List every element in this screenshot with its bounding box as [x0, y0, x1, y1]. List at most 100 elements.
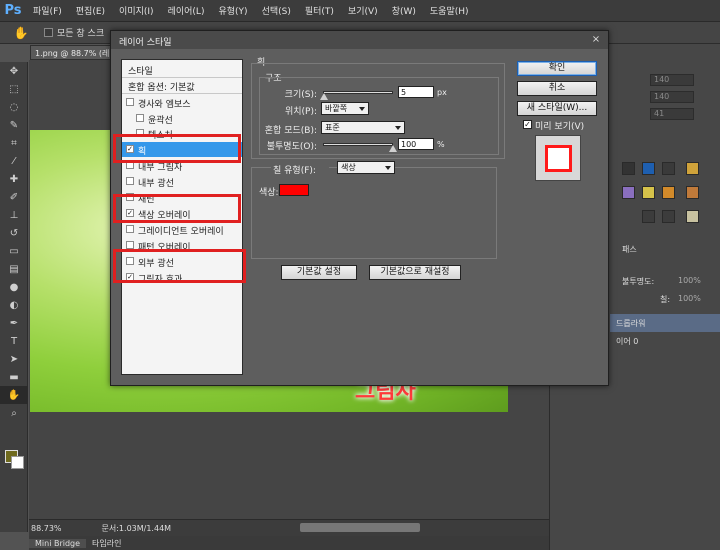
marquee-tool-icon[interactable]: ⬚ — [0, 80, 28, 98]
style-item-label: 그레이디언트 오버레이 — [138, 227, 224, 237]
style-swatch[interactable] — [662, 210, 675, 223]
menu-layer[interactable]: 레이어(L) — [161, 4, 212, 17]
preview-checkbox[interactable]: ✓ — [523, 120, 532, 129]
document-tab[interactable]: 1.png @ 88.7% (레이 — [30, 45, 120, 60]
hand-tool-icon[interactable]: ✋ — [0, 386, 28, 404]
menu-select[interactable]: 선택(S) — [255, 4, 298, 17]
style-swatch[interactable] — [642, 162, 655, 175]
menu-view[interactable]: 보기(V) — [341, 4, 385, 17]
path-select-tool-icon[interactable]: ➤ — [0, 350, 28, 368]
lasso-tool-icon[interactable]: ◌ — [0, 98, 28, 116]
layer-row[interactable]: 이어 0 — [610, 332, 720, 350]
stroke-color-swatch[interactable] — [279, 184, 309, 196]
style-item-label: 윤곽선 — [148, 116, 173, 126]
color-value-r[interactable]: 140 — [650, 74, 694, 86]
size-input[interactable]: 5 — [398, 86, 434, 98]
menu-file[interactable]: 파일(F) — [26, 4, 69, 17]
paths-tab[interactable]: 패스 — [622, 244, 637, 255]
horizontal-scrollbar[interactable] — [300, 523, 420, 532]
layer-row[interactable]: 드롭라워 — [610, 314, 720, 332]
menu-image[interactable]: 이미지(I) — [112, 4, 161, 17]
style-preview-sample — [545, 145, 572, 172]
pen-tool-icon[interactable]: ✒ — [0, 314, 28, 332]
pattern-overlay-checkbox[interactable] — [126, 241, 134, 249]
zoom-level[interactable]: 88.73% — [31, 524, 62, 533]
blend-mode-label: 혼합 모드(B): — [264, 126, 317, 136]
fill-type-select[interactable]: 색상 — [337, 161, 395, 174]
preview-label: 미리 보기(V) — [535, 122, 585, 132]
eraser-tool-icon[interactable]: ▭ — [0, 242, 28, 260]
inner-glow-checkbox[interactable] — [126, 177, 134, 185]
blend-options-item[interactable]: 혼합 옵션: 기본값 — [122, 78, 242, 93]
style-swatch[interactable] — [686, 162, 699, 175]
menu-help[interactable]: 도움말(H) — [423, 4, 476, 17]
style-item-inner-glow[interactable]: 내부 광선 — [122, 174, 242, 189]
status-bar: 88.73% 문서:1.03M/1.44M — [29, 519, 549, 536]
chevron-down-icon — [359, 107, 365, 111]
blend-mode-select-value: 표준 — [325, 123, 340, 132]
menu-window[interactable]: 창(W) — [385, 4, 423, 17]
color-value-b[interactable]: 41 — [650, 108, 694, 120]
menu-bar: Ps 파일(F) 편집(E) 이미지(I) 레이어(L) 유형(Y) 선택(S)… — [0, 0, 720, 22]
size-label: 크기(S): — [284, 90, 317, 100]
style-swatch[interactable] — [662, 186, 675, 199]
style-list-header[interactable]: 스타일 — [122, 62, 242, 77]
reset-default-button[interactable]: 기본값으로 재설정 — [369, 265, 461, 280]
blur-tool-icon[interactable]: ● — [0, 278, 28, 296]
menu-filter[interactable]: 필터(T) — [298, 4, 341, 17]
eyedropper-tool-icon[interactable]: ⁄ — [0, 152, 28, 170]
contour-checkbox[interactable] — [136, 114, 144, 122]
gradient-overlay-checkbox[interactable] — [126, 225, 134, 233]
style-swatch[interactable] — [622, 186, 635, 199]
blend-mode-select[interactable]: 표준 — [321, 121, 405, 134]
chevron-down-icon — [395, 126, 401, 130]
cancel-button[interactable]: 취소 — [517, 81, 597, 96]
brush-tool-icon[interactable]: ✐ — [0, 188, 28, 206]
clone-stamp-tool-icon[interactable]: ⊥ — [0, 206, 28, 224]
style-swatch[interactable] — [662, 162, 675, 175]
style-swatch[interactable] — [642, 186, 655, 199]
style-item-gradient-overlay[interactable]: 그레이디언트 오버레이 — [122, 222, 242, 237]
set-default-button[interactable]: 기본값 설정 — [281, 265, 357, 280]
bottom-panel-tabs: Mini Bridge 타임라인 — [29, 536, 549, 550]
position-select[interactable]: 바깥쪽 — [321, 102, 369, 115]
menu-type[interactable]: 유형(Y) — [211, 4, 254, 17]
layer-opacity-value[interactable]: 100% — [678, 276, 701, 285]
style-swatch[interactable] — [686, 210, 699, 223]
opacity-slider-thumb[interactable] — [389, 145, 397, 152]
dodge-tool-icon[interactable]: ◐ — [0, 296, 28, 314]
all-windows-checkbox[interactable] — [44, 28, 53, 37]
style-swatch[interactable] — [622, 162, 635, 175]
background-color-swatch[interactable] — [11, 456, 24, 469]
bevel-emboss-checkbox[interactable] — [126, 98, 134, 106]
type-tool-icon[interactable]: T — [0, 332, 28, 350]
gradient-tool-icon[interactable]: ▤ — [0, 260, 28, 278]
fill-type-select-value: 색상 — [341, 163, 356, 172]
shape-tool-icon[interactable]: ▬ — [0, 368, 28, 386]
hand-icon[interactable]: ✋ — [10, 24, 32, 42]
new-style-button[interactable]: 새 스타일(W)... — [517, 101, 597, 116]
size-slider-track[interactable] — [323, 91, 393, 94]
opacity-input[interactable]: 100 — [398, 138, 434, 150]
menu-edit[interactable]: 편집(E) — [69, 4, 112, 17]
style-item-bevel-emboss[interactable]: 경사와 엠보스 — [122, 95, 242, 110]
healing-tool-icon[interactable]: ✚ — [0, 170, 28, 188]
zoom-tool-icon[interactable]: ⌕ — [0, 404, 28, 422]
annotation-highlight-drop-shadow — [113, 249, 246, 283]
quick-select-tool-icon[interactable]: ✎ — [0, 116, 28, 134]
opacity-slider-track[interactable] — [323, 143, 393, 146]
color-value-g[interactable]: 140 — [650, 91, 694, 103]
photoshop-logo: Ps — [4, 3, 22, 18]
style-swatch[interactable] — [686, 186, 699, 199]
style-item-contour[interactable]: 윤곽선 — [122, 111, 242, 126]
tab-mini-bridge[interactable]: Mini Bridge — [29, 538, 87, 548]
crop-tool-icon[interactable]: ⌗ — [0, 134, 28, 152]
tab-timeline[interactable]: 타임라인 — [86, 538, 127, 549]
size-slider-thumb[interactable] — [320, 93, 328, 100]
move-tool-icon[interactable]: ✥ — [0, 62, 28, 80]
style-swatch[interactable] — [642, 210, 655, 223]
history-brush-tool-icon[interactable]: ↺ — [0, 224, 28, 242]
ok-button[interactable]: 확인 — [517, 61, 597, 76]
close-icon[interactable]: × — [590, 34, 602, 46]
layer-fill-value[interactable]: 100% — [678, 294, 701, 303]
